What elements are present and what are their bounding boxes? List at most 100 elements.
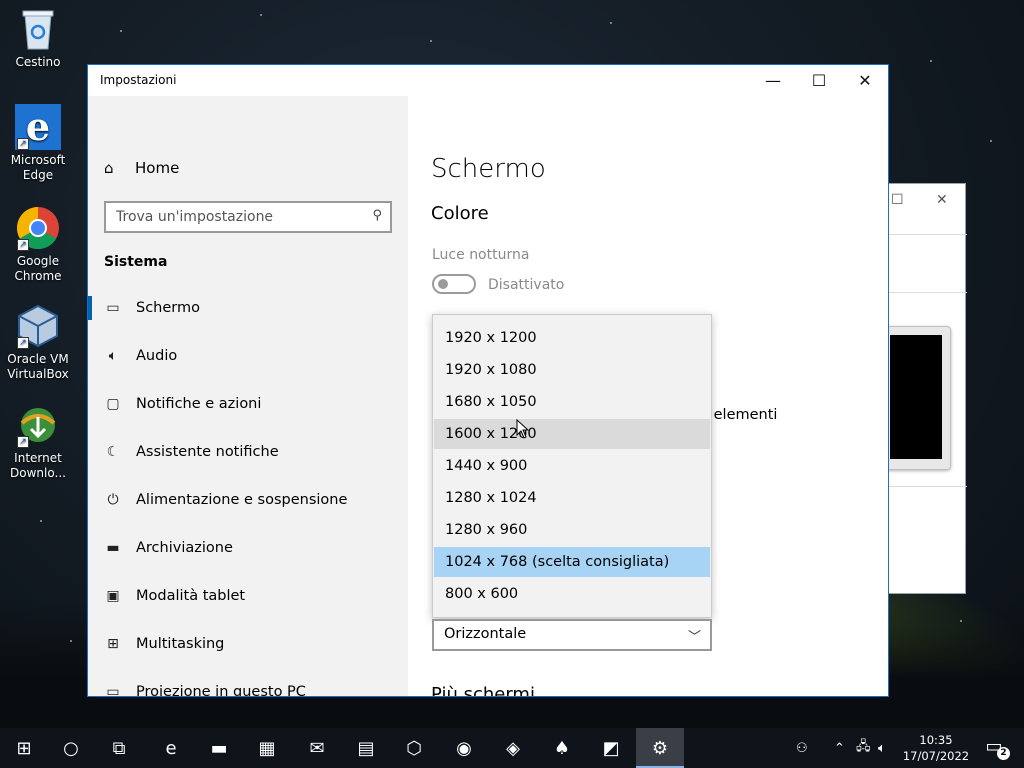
close-icon[interactable]: ✕ bbox=[936, 192, 948, 208]
store-taskbar[interactable]: ▦ bbox=[243, 728, 291, 768]
resolution-option[interactable]: 1680 x 1050 bbox=[434, 387, 710, 417]
title-bar[interactable]: Impostazioni — ☐ ✕ bbox=[88, 65, 888, 96]
desktop-icon-virtualbox[interactable]: ↗ Oracle VM VirtualBox bbox=[4, 303, 72, 382]
power-icon: ⏻ bbox=[107, 492, 119, 508]
desktop-icon-label: Cestino bbox=[15, 55, 61, 69]
action-center-button[interactable]: ▭ 2 bbox=[982, 736, 1010, 760]
background-window[interactable]: ☐ ✕ bbox=[880, 183, 967, 594]
settings-search: ⚲ bbox=[104, 201, 392, 233]
sidebar-item-label: Proiezione in questo PC bbox=[136, 684, 306, 697]
speaker-icon: 🔈︎ bbox=[108, 348, 118, 364]
sidebar-item-label: Alimentazione e sospensione bbox=[136, 492, 348, 508]
sidebar-item-alimentazione-e-sospensione[interactable]: ⏻ Alimentazione e sospensione bbox=[88, 480, 408, 520]
night-light-label: Luce notturna bbox=[432, 247, 530, 263]
desktop-icon-label: Google Chrome bbox=[14, 254, 62, 283]
shortcut-arrow-icon: ↗ bbox=[17, 436, 29, 448]
wallpaper-star bbox=[40, 520, 42, 522]
wallpaper-star bbox=[930, 60, 932, 62]
recycle-bin-icon bbox=[15, 6, 61, 52]
task-view-button[interactable]: ⧉ bbox=[95, 728, 143, 768]
app-taskbar[interactable]: ▤ bbox=[342, 728, 390, 768]
projection-icon: ▭ bbox=[106, 684, 120, 697]
orientation-dropdown[interactable]: Orizzontale ﹀ bbox=[432, 619, 712, 651]
virtualbox-taskbar[interactable]: ⬡ bbox=[390, 728, 438, 768]
sidebar-item-schermo[interactable]: ▭ Schermo bbox=[88, 288, 408, 328]
desktop-icon-chrome[interactable]: ↗ Google Chrome bbox=[4, 205, 72, 284]
desktop-icon-edge[interactable]: e ↗ Microsoft Edge bbox=[4, 104, 72, 183]
notification-badge: 2 bbox=[997, 747, 1010, 760]
desktop-icon-recycle-bin[interactable]: Cestino bbox=[4, 6, 72, 70]
sidebar-item-label: Modalità tablet bbox=[136, 588, 246, 604]
orientation-value: Orizzontale bbox=[444, 626, 527, 642]
sidebar-item-audio[interactable]: 🔈︎ Audio bbox=[88, 336, 408, 376]
color-section-title: Colore bbox=[431, 203, 489, 224]
sidebar-item-notifiche-e-azioni[interactable]: ▢ Notifiche e azioni bbox=[88, 384, 408, 424]
wallpaper-star bbox=[70, 640, 72, 642]
partial-label: i elementi bbox=[705, 407, 778, 423]
app2-taskbar[interactable]: ◩ bbox=[587, 728, 635, 768]
chevron-up-icon[interactable]: ⌃ bbox=[834, 728, 845, 768]
moon-icon: ☾ bbox=[106, 444, 120, 460]
mouse-cursor-icon bbox=[516, 419, 530, 439]
settings-content: Schermo Colore Luce notturna Disattivato… bbox=[408, 96, 888, 697]
taskbar: ⊞ ○ ⧉ e ▬ ▦ ✉ ▤ ⬡ ◉ ◈ ♠ ◩ ⚙ ⚇ ⌃ 🖧︎ 🔈︎ 10:35 17/07/202… bbox=[0, 728, 1024, 768]
desktop-icon-idm[interactable]: ↗ Internet Downlo... bbox=[4, 402, 72, 481]
minimize-button[interactable]: — bbox=[750, 65, 796, 96]
more-screens-title: Più schermi bbox=[431, 684, 535, 697]
shortcut-arrow-icon: ↗ bbox=[17, 337, 29, 349]
settings-taskbar[interactable]: ⚙ bbox=[636, 728, 684, 768]
resolution-option[interactable]: 1600 x 1200 bbox=[434, 419, 710, 449]
volume-icon[interactable]: 🔈︎ bbox=[878, 728, 886, 768]
sidebar-item-modalit-tablet[interactable]: ▣ Modalità tablet bbox=[88, 576, 408, 616]
storage-icon: ▬ bbox=[106, 540, 120, 556]
resolution-option[interactable]: 1440 x 900 bbox=[434, 451, 710, 481]
home-label: Home bbox=[135, 159, 180, 177]
clock-time: 10:35 bbox=[919, 733, 953, 747]
idm-taskbar[interactable]: ◈ bbox=[489, 728, 537, 768]
start-button[interactable]: ⊞ bbox=[0, 728, 48, 768]
settings-window: Impostazioni — ☐ ✕ ⌂ Home ⚲ Sistema ▭ Sch… bbox=[87, 64, 889, 697]
resolution-option[interactable]: 1920 x 1080 bbox=[434, 355, 710, 385]
people-icon[interactable]: ⚇ bbox=[796, 728, 808, 768]
sidebar-item-multitasking[interactable]: ⊞ Multitasking bbox=[88, 624, 408, 664]
wallpaper-star bbox=[260, 14, 262, 16]
resolution-option[interactable]: 1920 x 1200 bbox=[434, 323, 710, 353]
resolution-dropdown-list: 1920 x 1200 1920 x 1080 1680 x 1050 1600 x … bbox=[432, 314, 712, 618]
sidebar-item-proiezione-in-questo-pc[interactable]: ▭ Proiezione in questo PC bbox=[88, 672, 408, 697]
window-title: Impostazioni bbox=[100, 73, 177, 87]
night-light-toggle[interactable] bbox=[432, 274, 476, 294]
resolution-option[interactable]: 1280 x 960 bbox=[434, 515, 710, 545]
edge-taskbar[interactable]: e bbox=[147, 728, 195, 768]
shortcut-arrow-icon: ↗ bbox=[17, 138, 29, 150]
resolution-option[interactable]: 1024 x 768 (scelta consigliata) bbox=[434, 547, 710, 577]
search-icon[interactable]: ⚲ bbox=[372, 208, 382, 223]
sidebar-item-archiviazione[interactable]: ▬ Archiviazione bbox=[88, 528, 408, 568]
divider bbox=[881, 486, 967, 487]
sidebar-item-label: Notifiche e azioni bbox=[136, 396, 262, 412]
edge-icon: e ↗ bbox=[15, 104, 61, 150]
wallpaper-star bbox=[430, 40, 432, 42]
home-link[interactable]: ⌂ Home bbox=[104, 159, 179, 177]
sidebar-item-label: Archiviazione bbox=[136, 540, 233, 556]
display-preview-screen bbox=[890, 335, 942, 459]
maximize-icon[interactable]: ☐ bbox=[891, 192, 904, 208]
explorer-taskbar[interactable]: ▬ bbox=[195, 728, 243, 768]
display-preview[interactable] bbox=[885, 326, 951, 470]
chrome-taskbar[interactable]: ◉ bbox=[440, 728, 488, 768]
network-icon[interactable]: 🖧︎ bbox=[856, 728, 871, 768]
sidebar-item-assistente-notifiche[interactable]: ☾ Assistente notifiche bbox=[88, 432, 408, 472]
resolution-option[interactable]: 1280 x 1024 bbox=[434, 483, 710, 513]
chrome-icon: ↗ bbox=[15, 205, 61, 251]
internet-download-manager-icon: ↗ bbox=[15, 402, 61, 448]
search-input[interactable] bbox=[106, 203, 356, 231]
chevron-down-icon: ﹀ bbox=[687, 630, 701, 645]
message-icon: ▢ bbox=[106, 396, 120, 412]
solitaire-taskbar[interactable]: ♠ bbox=[538, 728, 586, 768]
close-button[interactable]: ✕ bbox=[842, 65, 888, 96]
maximize-button[interactable]: ☐ bbox=[796, 65, 842, 96]
resolution-option[interactable]: 800 x 600 bbox=[434, 579, 710, 609]
toggle-knob bbox=[438, 279, 448, 289]
mail-taskbar[interactable]: ✉ bbox=[293, 728, 341, 768]
clock[interactable]: 10:35 17/07/2022 bbox=[900, 732, 972, 764]
cortana-button[interactable]: ○ bbox=[47, 728, 95, 768]
